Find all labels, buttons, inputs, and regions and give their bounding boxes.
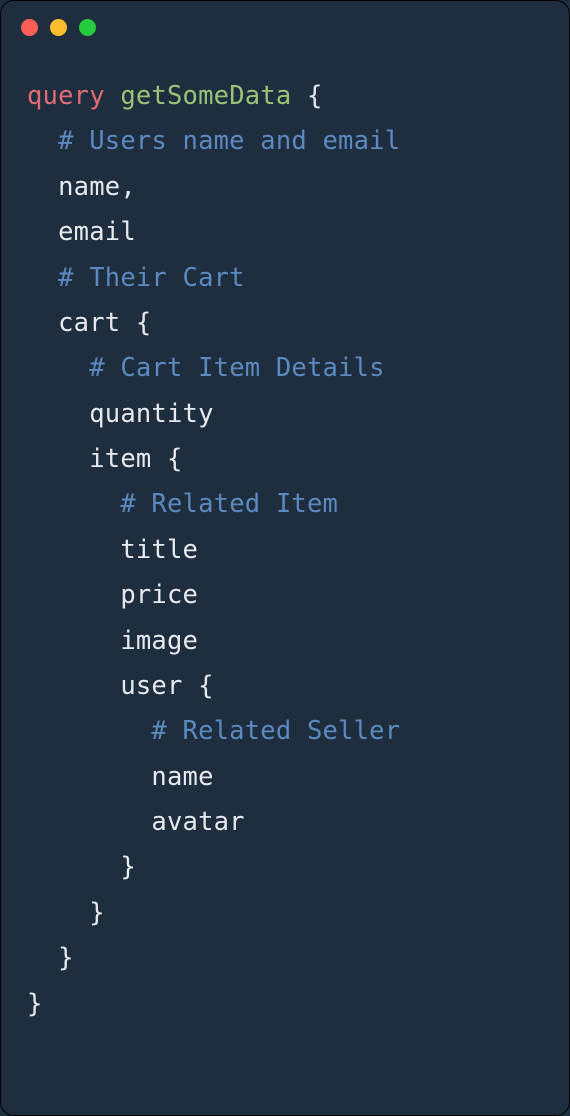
field-cart: cart { [58,308,151,338]
window-titlebar [1,1,569,46]
maximize-icon[interactable] [79,19,96,36]
comment-line: # Their Cart [58,263,245,293]
field-email: email [58,217,136,247]
code-window: query getSomeData { # Users name and ema… [0,0,570,1116]
comment-line: # Related Item [120,489,338,519]
field-item: item { [89,444,182,474]
field-name2: name [151,762,213,792]
field-quantity: quantity [89,399,213,429]
close-brace: } [27,989,43,1019]
close-icon[interactable] [21,19,38,36]
close-brace: } [58,943,74,973]
code-block: query getSomeData { # Users name and ema… [1,46,569,1047]
field-price: price [120,580,198,610]
field-name: name, [58,172,136,202]
field-avatar: avatar [151,807,244,837]
keyword-query: query [27,81,105,111]
function-name: getSomeData [120,81,291,111]
field-image: image [120,626,198,656]
close-brace: } [120,852,136,882]
minimize-icon[interactable] [50,19,67,36]
comment-line: # Users name and email [58,126,400,156]
close-brace: } [89,898,105,928]
comment-line: # Cart Item Details [89,353,385,383]
field-user: user { [120,671,213,701]
open-brace: { [307,81,323,111]
comment-line: # Related Seller [151,716,400,746]
field-title: title [120,535,198,565]
